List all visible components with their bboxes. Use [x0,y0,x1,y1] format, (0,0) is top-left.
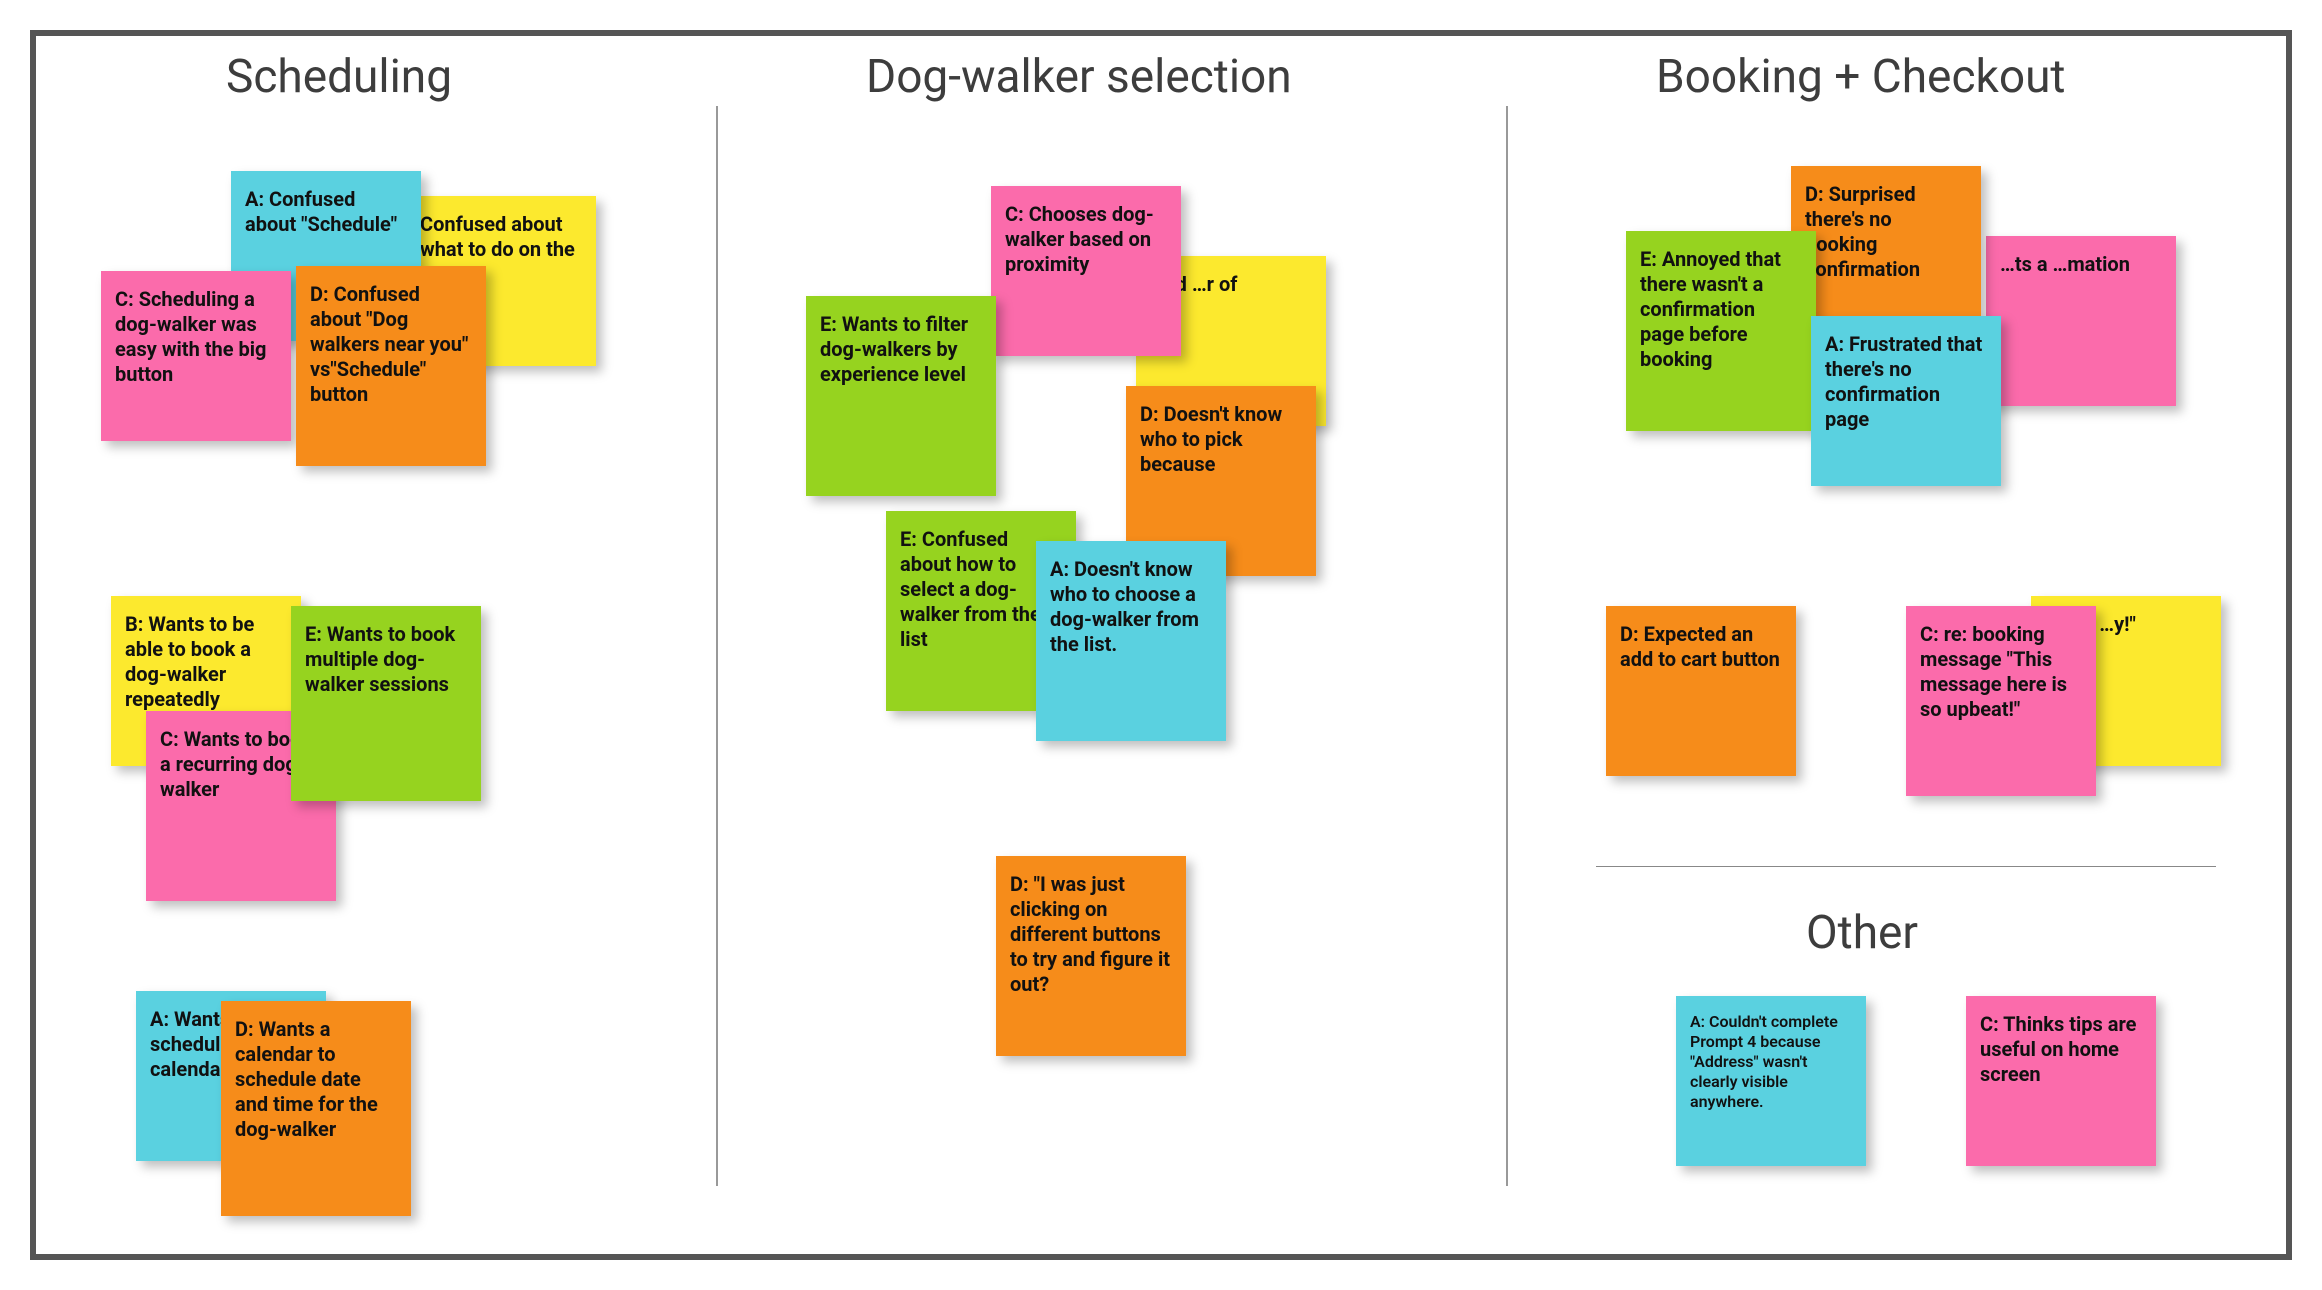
section-title-selection: Dog-walker selection [866,50,1292,104]
note-bk-e-annoyed[interactable]: E: Annoyed that there wasn't a confirmat… [1626,231,1816,431]
section-title-other: Other [1806,906,1918,960]
divider-2 [1506,106,1508,1186]
divider-1 [716,106,718,1186]
section-title-booking: Booking + Checkout [1656,50,2066,104]
note-bk-d-add-cart[interactable]: D: Expected an add to cart button [1606,606,1796,776]
note-bk-d-surprised[interactable]: D: Surprised there's no booking confirma… [1791,166,1981,336]
note-sel-a-dont-know[interactable]: A: Doesn't know who to choose a dog-walk… [1036,541,1226,741]
affinity-board: Scheduling Dog-walker selection Booking … [30,30,2292,1260]
divider-other [1596,866,2216,867]
note-sch-c-easy[interactable]: C: Scheduling a dog-walker was easy with… [101,271,291,441]
note-other-c-tips[interactable]: C: Thinks tips are useful on home screen [1966,996,2156,1166]
note-bk-c-upbeat[interactable]: C: re: booking message "This message her… [1906,606,2096,796]
note-bk-pink-confirm[interactable]: …ts a …mation [1986,236,2176,406]
note-sel-e-filter[interactable]: E: Wants to filter dog-walkers by experi… [806,296,996,496]
note-bk-a-frustrated[interactable]: A: Frustrated that there's no confirmati… [1811,316,2001,486]
note-other-a-prompt4[interactable]: A: Couldn't complete Prompt 4 because "A… [1676,996,1866,1166]
note-sch-e-multi[interactable]: E: Wants to book multiple dog-walker ses… [291,606,481,801]
note-sel-d-clicking[interactable]: D: "I was just clicking on different but… [996,856,1186,1056]
note-sch-d-calendar[interactable]: D: Wants a calendar to schedule date and… [221,1001,411,1216]
section-title-scheduling: Scheduling [226,50,452,104]
note-sch-d-confused-buttons[interactable]: D: Confused about "Dog walkers near you"… [296,266,486,466]
note-sel-c-proximity[interactable]: C: Chooses dog-walker based on proximity [991,186,1181,356]
board-container: Scheduling Dog-walker selection Booking … [0,0,2322,1290]
